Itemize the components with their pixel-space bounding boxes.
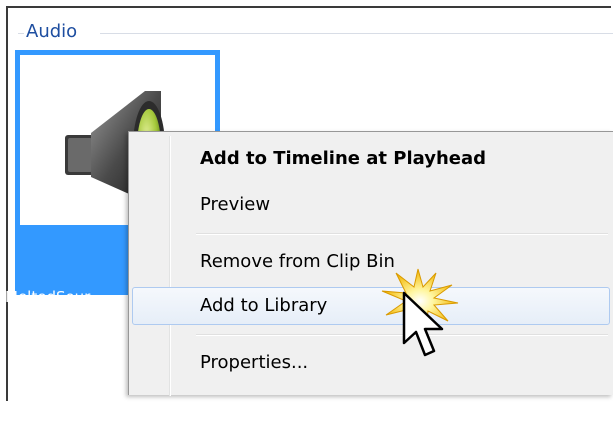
audio-group-title: Audio [26,21,78,42]
menu-item-label: Properties... [200,352,309,373]
menu-separator [196,233,608,235]
menu-separator [196,334,608,336]
group-border-top [100,33,613,34]
menu-item-add-to-timeline[interactable]: Add to Timeline at Playhead [132,140,610,178]
menu-item-label: Remove from Clip Bin [200,251,395,272]
menu-item-remove-from-clip-bin[interactable]: Remove from Clip Bin [132,243,610,281]
group-border-top-left [18,33,24,34]
menu-item-label: Add to Library [200,295,328,316]
menu-item-add-to-library[interactable]: Add to Library [132,287,610,325]
menu-item-properties[interactable]: Properties... [132,344,610,382]
menu-item-label: Preview [200,194,271,215]
clip-context-menu: Add to Timeline at Playhead Preview Remo… [128,131,613,396]
menu-item-preview[interactable]: Preview [132,186,610,224]
menu-item-label: Add to Timeline at Playhead [200,148,487,169]
